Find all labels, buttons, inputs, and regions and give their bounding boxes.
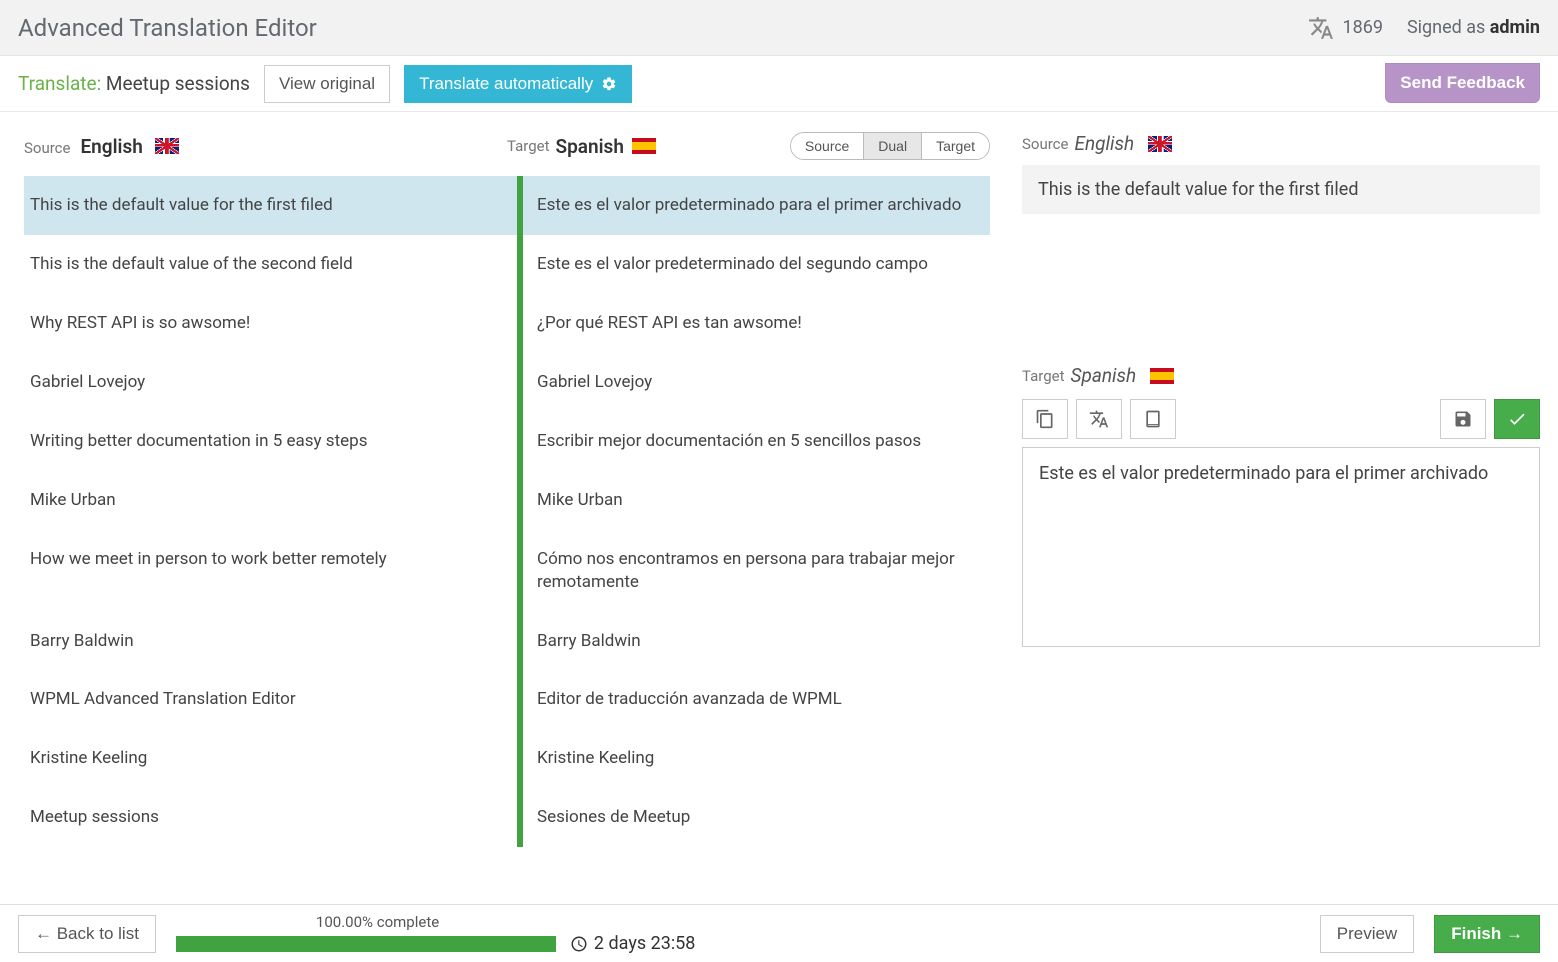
segment-row[interactable]: Writing better documentation in 5 easy s… [24, 412, 990, 471]
segment-target: Sesiones de Meetup [523, 788, 990, 847]
editor-panel: Source English This is the default value… [998, 112, 1558, 847]
segment-row[interactable]: Gabriel LovejoyGabriel Lovejoy [24, 353, 990, 412]
word-count: 1869 [1308, 15, 1382, 41]
segment-source: Mike Urban [24, 471, 517, 530]
save-icon [1453, 409, 1473, 429]
clock-icon [570, 935, 588, 953]
segment-target: Barry Baldwin [523, 612, 990, 671]
translate-auto-button[interactable]: Translate automatically [404, 65, 632, 103]
segment-target: Este es el valor predeterminado para el … [523, 176, 990, 235]
segment-target: Gabriel Lovejoy [523, 353, 990, 412]
app-header: Advanced Translation Editor 1869 Signed … [0, 0, 1558, 56]
segment-target: ¿Por qué REST API es tan awsome! [523, 294, 990, 353]
preview-button[interactable]: Preview [1320, 915, 1414, 953]
segment-target: Escribir mejor documentación en 5 sencil… [523, 412, 990, 471]
view-mode-dual[interactable]: Dual [863, 133, 921, 159]
progress-bar [176, 936, 556, 952]
glossary-button[interactable] [1130, 399, 1176, 439]
segment-source: Why REST API is so awsome! [24, 294, 517, 353]
segment-row[interactable]: Meetup sessionsSesiones de Meetup [24, 788, 990, 847]
flag-es-icon [1150, 368, 1174, 384]
confirm-button[interactable] [1494, 399, 1540, 439]
copy-icon [1035, 409, 1055, 429]
segment-row[interactable]: Barry BaldwinBarry Baldwin [24, 612, 990, 671]
translate-icon [1089, 409, 1109, 429]
check-icon [1507, 409, 1527, 429]
app-title: Advanced Translation Editor [18, 14, 1308, 42]
editor-toolbar [1022, 399, 1540, 439]
editor-source-header: Source English [1022, 132, 1540, 155]
view-mode-toggle: Source Dual Target [790, 132, 990, 160]
target-lang-header: Target Spanish Source Dual Target [507, 132, 990, 160]
segment-row[interactable]: This is the default value of the second … [24, 235, 990, 294]
segment-source: Writing better documentation in 5 easy s… [24, 412, 517, 471]
view-mode-source[interactable]: Source [791, 133, 863, 159]
segment-target: Este es el valor predeterminado del segu… [523, 235, 990, 294]
segment-row[interactable]: Why REST API is so awsome!¿Por qué REST … [24, 294, 990, 353]
back-to-list-button[interactable]: ← Back to list [18, 915, 156, 953]
progress-section: 100.00% complete 2 days 23:58 [176, 913, 696, 954]
segment-row[interactable]: This is the default value for the first … [24, 176, 990, 235]
segment-source: Meetup sessions [24, 788, 517, 847]
finish-button[interactable]: Finish → [1434, 915, 1540, 953]
gear-icon [601, 76, 617, 92]
flag-es-icon [632, 138, 656, 154]
book-icon [1143, 409, 1163, 429]
flag-en-icon [155, 138, 179, 154]
segment-source: Kristine Keeling [24, 729, 517, 788]
target-textarea[interactable] [1022, 447, 1540, 647]
machine-translate-button[interactable] [1076, 399, 1122, 439]
time-remaining: 2 days 23:58 [570, 933, 696, 954]
segment-source: Gabriel Lovejoy [24, 353, 517, 412]
footer: ← Back to list 100.00% complete 2 days 2… [0, 904, 1558, 962]
segment-source: This is the default value for the first … [24, 176, 517, 235]
toolbar: Translate: Meetup sessions View original… [0, 56, 1558, 112]
segment-row[interactable]: Mike UrbanMike Urban [24, 471, 990, 530]
save-draft-button[interactable] [1440, 399, 1486, 439]
segment-source: Barry Baldwin [24, 612, 517, 671]
copy-source-button[interactable] [1022, 399, 1068, 439]
segment-row[interactable]: Kristine KeelingKristine Keeling [24, 729, 990, 788]
segment-target: Cómo nos encontramos en persona para tra… [523, 530, 990, 612]
flag-en-icon [1148, 136, 1172, 152]
signed-as: Signed as admin [1407, 17, 1540, 38]
progress-label: 100.00% complete [176, 913, 439, 931]
word-count-value: 1869 [1342, 17, 1382, 38]
segment-source: WPML Advanced Translation Editor [24, 670, 517, 729]
segment-row[interactable]: WPML Advanced Translation EditorEditor d… [24, 670, 990, 729]
editor-source-text: This is the default value for the first … [1022, 165, 1540, 214]
segment-row[interactable]: How we meet in person to work better rem… [24, 530, 990, 612]
segment-target: Mike Urban [523, 471, 990, 530]
source-lang-header: Source English [24, 135, 507, 158]
segments-header: Source English Target Spanish Source Dua… [24, 132, 990, 160]
view-mode-target[interactable]: Target [921, 133, 989, 159]
job-label: Translate: Meetup sessions [18, 72, 250, 95]
editor-target-header: Target Spanish [1022, 364, 1540, 387]
header-right: 1869 Signed as admin [1308, 15, 1540, 41]
send-feedback-button[interactable]: Send Feedback [1385, 63, 1540, 103]
segment-target: Editor de traducción avanzada de WPML [523, 670, 990, 729]
segment-target: Kristine Keeling [523, 729, 990, 788]
segments-list[interactable]: This is the default value for the first … [24, 176, 990, 847]
segment-source: This is the default value of the second … [24, 235, 517, 294]
segment-source: How we meet in person to work better rem… [24, 530, 517, 612]
segments-panel: Source English Target Spanish Source Dua… [0, 112, 998, 847]
main-split: Source English Target Spanish Source Dua… [0, 112, 1558, 847]
view-original-button[interactable]: View original [264, 65, 390, 103]
translate-icon [1308, 15, 1334, 41]
